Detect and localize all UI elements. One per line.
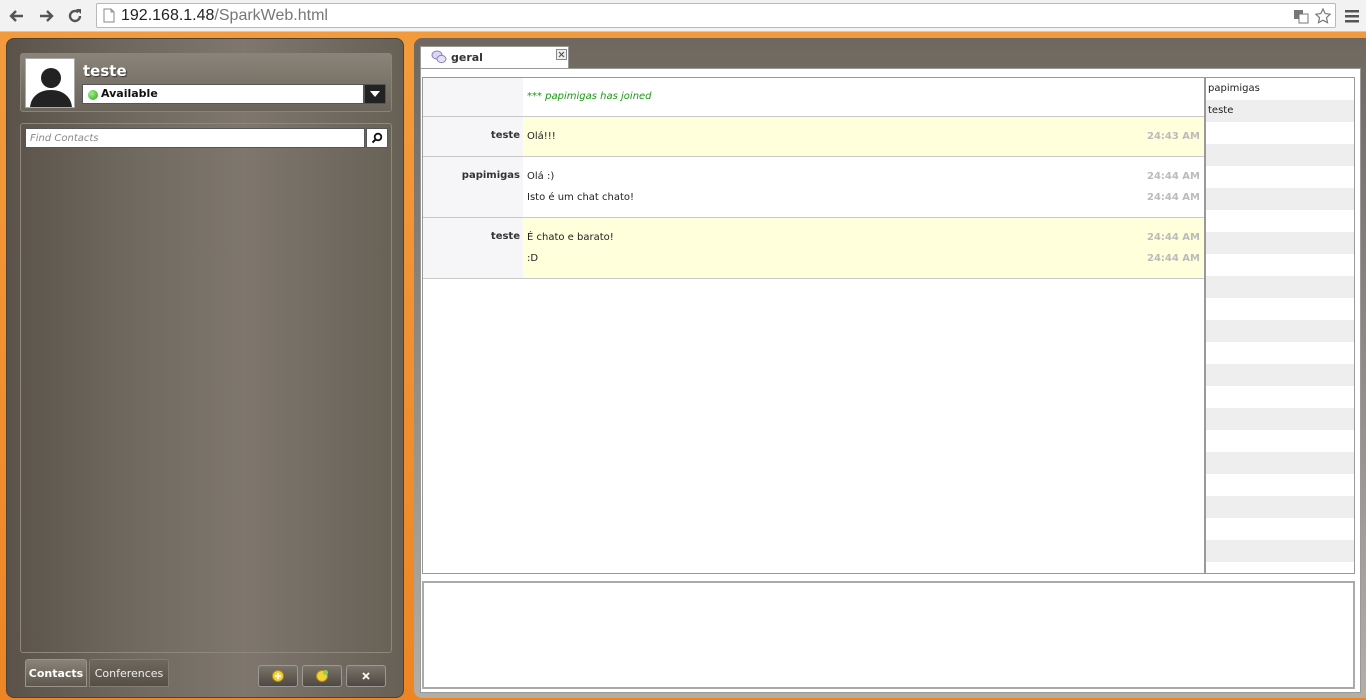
remove-button[interactable] bbox=[346, 665, 386, 687]
chat-area: *** papimigas has joined teste Olá!!! 24… bbox=[420, 68, 1361, 693]
profile-box: teste Available bbox=[20, 53, 392, 112]
status-text: Available bbox=[101, 87, 158, 100]
sparkweb-app: teste Available Contacts Conferences bbox=[0, 32, 1366, 700]
system-message-row: *** papimigas has joined bbox=[423, 78, 1204, 117]
add-contact-icon bbox=[272, 670, 284, 682]
contacts-panel: teste Available Contacts Conferences bbox=[6, 38, 404, 698]
reload-icon bbox=[68, 9, 82, 23]
forward-button[interactable] bbox=[35, 5, 57, 27]
message-text: Olá!!! bbox=[527, 131, 556, 142]
message-group: teste É chato e barato! 24:44 AM :D 24:4… bbox=[423, 218, 1204, 279]
status-select[interactable]: Available bbox=[82, 84, 364, 104]
message-line: Olá!!! 24:43 AM bbox=[523, 125, 1204, 146]
tab-geral[interactable]: geral bbox=[420, 46, 569, 68]
translate-icon[interactable] bbox=[1293, 8, 1309, 24]
close-icon bbox=[362, 672, 370, 680]
conference-icon bbox=[431, 50, 447, 64]
find-contacts-input[interactable] bbox=[25, 128, 365, 148]
back-arrow-icon bbox=[9, 10, 23, 22]
message-text: É chato e barato! bbox=[527, 232, 614, 243]
add-group-icon bbox=[316, 670, 328, 682]
message-sender: teste bbox=[490, 130, 520, 141]
system-message: *** papimigas has joined bbox=[527, 91, 652, 102]
status-dropdown-button[interactable] bbox=[364, 84, 386, 104]
occupant-list: papimigas teste bbox=[1205, 77, 1355, 574]
url-text: 192.168.1.48/SparkWeb.html bbox=[121, 7, 328, 24]
user-silhouette-icon bbox=[26, 59, 74, 107]
search-icon bbox=[371, 132, 383, 144]
close-tab-button[interactable] bbox=[556, 49, 567, 60]
username: teste bbox=[83, 62, 127, 80]
menu-icon[interactable] bbox=[1344, 8, 1360, 24]
add-conference-button[interactable] bbox=[302, 665, 342, 687]
message-input[interactable] bbox=[422, 581, 1355, 689]
occupant-item[interactable]: teste bbox=[1206, 100, 1354, 122]
message-line: :D 24:44 AM bbox=[523, 247, 1204, 268]
message-group: papimigas Olá :) 24:44 AM Isto é um chat… bbox=[423, 157, 1204, 218]
message-line: Olá :) 24:44 AM bbox=[523, 165, 1204, 186]
avatar bbox=[25, 58, 75, 108]
message-time: 24:43 AM bbox=[1146, 131, 1200, 142]
back-button[interactable] bbox=[6, 5, 28, 27]
address-bar[interactable]: 192.168.1.48/SparkWeb.html bbox=[96, 3, 1336, 28]
status-available-icon bbox=[88, 90, 98, 100]
tab-contacts[interactable]: Contacts bbox=[25, 659, 87, 687]
message-log: *** papimigas has joined teste Olá!!! 24… bbox=[422, 77, 1205, 574]
reload-button[interactable] bbox=[64, 5, 86, 27]
page-icon bbox=[103, 8, 115, 23]
message-time: 24:44 AM bbox=[1146, 253, 1200, 264]
message-line: Isto é um chat chato! 24:44 AM bbox=[523, 186, 1204, 207]
message-text: Isto é um chat chato! bbox=[527, 192, 635, 203]
message-group: teste Olá!!! 24:43 AM bbox=[423, 117, 1204, 157]
message-line: É chato e barato! 24:44 AM bbox=[523, 226, 1204, 247]
chat-panel: geral *** papimigas has joined teste Olá… bbox=[414, 38, 1366, 698]
chevron-down-icon bbox=[370, 91, 380, 97]
search-button[interactable] bbox=[366, 128, 388, 148]
message-text: :D bbox=[527, 253, 539, 264]
forward-arrow-icon bbox=[40, 10, 54, 22]
close-icon bbox=[558, 51, 565, 58]
tab-label: geral bbox=[451, 51, 483, 64]
bookmark-star-icon[interactable] bbox=[1315, 8, 1331, 24]
contacts-list bbox=[20, 123, 392, 653]
message-text: Olá :) bbox=[527, 171, 555, 182]
message-sender: teste bbox=[490, 231, 520, 242]
browser-toolbar: 192.168.1.48/SparkWeb.html bbox=[0, 0, 1366, 32]
add-contact-button[interactable] bbox=[258, 665, 298, 687]
message-time: 24:44 AM bbox=[1146, 232, 1200, 243]
message-time: 24:44 AM bbox=[1146, 192, 1200, 203]
message-sender: papimigas bbox=[461, 170, 520, 181]
tab-conferences[interactable]: Conferences bbox=[89, 659, 169, 687]
message-time: 24:44 AM bbox=[1146, 171, 1200, 182]
occupant-item[interactable]: papimigas bbox=[1206, 78, 1354, 100]
